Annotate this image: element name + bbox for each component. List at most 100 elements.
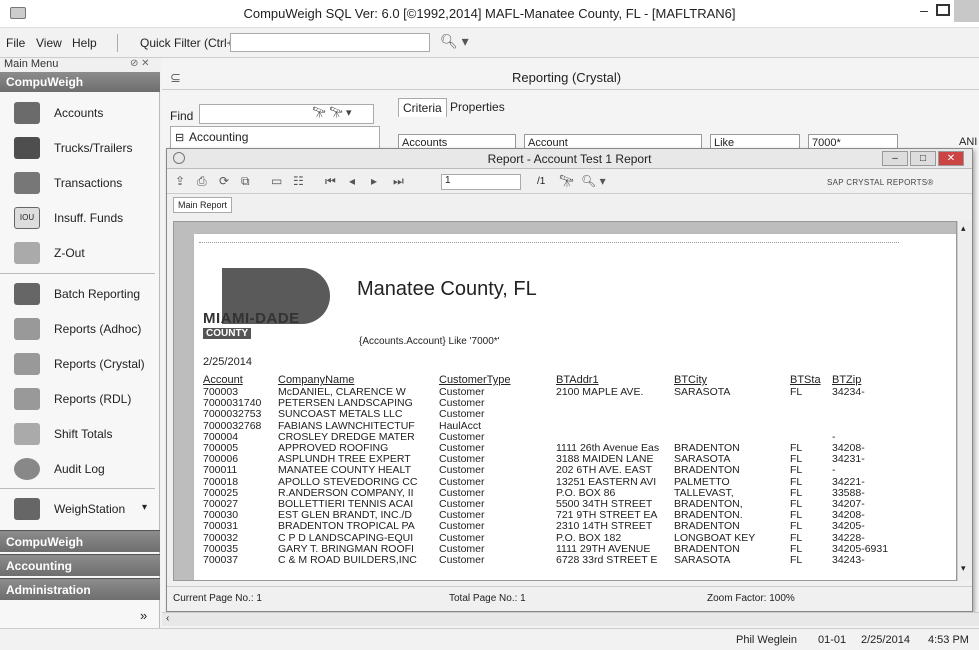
sidebar-item-z-out[interactable]: Z-Out: [0, 235, 155, 270]
table-cell: MANATEE COUNTY HEALT: [278, 465, 412, 477]
table-row: 700030 EST GLEN BRANDT, INC./D Customer 721…: [194, 510, 914, 521]
report-canvas: MIAMI-DADE COUNTY Manatee County, FL {Ac…: [173, 221, 957, 581]
tree-collapse-icon[interactable]: ⊟: [175, 131, 184, 144]
quick-filter-input[interactable]: [230, 33, 430, 52]
report-minimize-button[interactable]: –: [882, 151, 908, 166]
minimize-button[interactable]: –: [913, 2, 935, 20]
sidebar-item-accounts[interactable]: Accounts: [0, 95, 155, 130]
report-vertical-scrollbar[interactable]: ▴ ▾: [957, 221, 972, 581]
scroll-left-icon[interactable]: ‹: [166, 613, 169, 624]
menu-view[interactable]: View: [36, 36, 62, 50]
table-cell: FL: [790, 499, 803, 510]
sidebar-pin-icon[interactable]: ⊘ ✕: [130, 58, 150, 69]
table-cell: 700006: [203, 454, 239, 466]
table-cell: P.O. BOX 182: [556, 532, 622, 544]
table-row: 700027 BOLLETTIERI TENNIS ACAI Customer 550…: [194, 499, 914, 510]
table-cell: BRADENTON: [674, 543, 740, 555]
main-horizontal-scrollbar[interactable]: ‹: [162, 612, 979, 626]
tab-criteria[interactable]: Criteria: [398, 98, 447, 117]
table-cell: 34243-: [832, 555, 865, 566]
status-code: 01-01: [818, 634, 847, 646]
previous-page-icon[interactable]: ◂: [349, 174, 355, 188]
table-cell: -: [832, 431, 836, 443]
table-cell: 5500 34TH STREET: [556, 499, 653, 510]
table-row: 700011 MANATEE COUNTY HEALT Customer 202 6T…: [194, 465, 914, 476]
sidebar-item-transactions[interactable]: Transactions: [0, 165, 155, 200]
find-binoculars-icon[interactable]: 🔭︎ 🔭︎ ▾: [312, 106, 352, 119]
table-cell: 34205-: [832, 521, 865, 533]
zoom-icon[interactable]: 🔍︎ ▾: [581, 174, 606, 188]
table-cell: C & M ROAD BUILDERS,INC: [278, 555, 417, 566]
table-cell: 700037: [203, 555, 239, 566]
table-cell: Customer: [439, 543, 485, 555]
table-cell: 7000032768: [203, 420, 262, 432]
toggle-group-tree-icon[interactable]: ▭: [271, 174, 282, 188]
menu-file[interactable]: File: [6, 36, 25, 50]
table-cell: 34208-: [832, 443, 865, 454]
sidebar-group-administration[interactable]: Administration: [0, 578, 160, 600]
sidebar-item-reports-rdl[interactable]: Reports (RDL): [0, 381, 155, 416]
sidebar-item-trucks[interactable]: Trucks/Trailers: [0, 130, 155, 165]
table-cell: 6728 33rd STREET E: [556, 555, 658, 566]
export-icon[interactable]: ⇪: [175, 174, 185, 188]
close-button[interactable]: [954, 0, 979, 22]
report-close-button[interactable]: ✕: [938, 151, 964, 166]
sidebar-item-label: Z-Out: [54, 245, 85, 260]
sidebar-item-batch-reporting[interactable]: Batch Reporting: [0, 276, 155, 311]
refresh-icon[interactable]: ⟳: [219, 174, 229, 188]
sidebar-item-reports-adhoc[interactable]: Reports (Adhoc): [0, 311, 155, 346]
table-row: 700004 CROSLEY DREDGE MATER Customer -: [194, 432, 914, 443]
column-header: BTZip: [832, 374, 862, 386]
table-cell: Customer: [439, 499, 485, 510]
print-icon[interactable]: ⎙: [197, 174, 207, 189]
sidebar-group-compuweigh-bottom[interactable]: CompuWeigh: [0, 530, 160, 552]
truck-icon: [14, 136, 40, 159]
report-maximize-button[interactable]: □: [910, 151, 936, 166]
criteria-conjunction[interactable]: ANI: [959, 136, 977, 148]
sidebar-item-weighstation[interactable]: WeighStation: [0, 491, 155, 526]
sidebar-group-compuweigh[interactable]: CompuWeigh: [0, 72, 160, 92]
page-number-input[interactable]: 1: [441, 174, 521, 190]
table-row: 700006 ASPLUNDH TREE EXPERT Customer 3188 M…: [194, 454, 914, 465]
sidebar-group-accounting[interactable]: Accounting: [0, 554, 160, 576]
table-cell: 7000032753: [203, 409, 262, 421]
maximize-button[interactable]: [936, 4, 950, 16]
table-cell: R.ANDERSON COMPANY, II: [278, 487, 414, 499]
page-total: /1: [537, 176, 546, 187]
tab-main-report[interactable]: Main Report: [173, 197, 233, 213]
sidebar-item-audit-log[interactable]: Audit Log: [0, 451, 155, 486]
search-icon[interactable]: 🔍︎ ▾: [440, 33, 469, 50]
menu-help[interactable]: Help: [72, 36, 97, 50]
next-page-icon[interactable]: ▸: [371, 174, 377, 188]
sidebar-item-insuff-funds[interactable]: IOU Insuff. Funds: [0, 200, 155, 235]
last-page-icon[interactable]: ⏭: [393, 174, 404, 189]
sidebar-item-label: Reports (RDL): [54, 391, 132, 406]
column-header: Account: [203, 374, 243, 386]
table-row: 700037 C & M ROAD BUILDERS,INC Customer 672…: [194, 555, 914, 566]
tree-item-accounting[interactable]: Accounting: [189, 130, 248, 144]
sidebar-item-shift-totals[interactable]: Shift Totals: [0, 416, 155, 451]
sidebar-item-reports-crystal[interactable]: Reports (Crystal): [0, 346, 155, 381]
scroll-down-icon[interactable]: ▾: [961, 563, 966, 574]
reporting-icon: ⊆: [170, 70, 181, 85]
sidebar-scroll-down-icon[interactable]: ▾: [142, 502, 147, 513]
chevron-expand-icon[interactable]: »: [140, 608, 147, 623]
table-cell: 700003: [203, 387, 239, 398]
table-cell: 34207-: [832, 499, 865, 510]
table-cell: 700004: [203, 431, 239, 443]
first-page-icon[interactable]: ⏮: [325, 174, 336, 189]
accounts-icon: [14, 101, 40, 124]
table-cell: -: [832, 465, 836, 477]
table-row: 700003 McDANIEL, CLARENCE W Customer 2100 M…: [194, 387, 914, 398]
find-text-icon[interactable]: 🔭︎: [559, 174, 574, 188]
scroll-up-icon[interactable]: ▴: [961, 223, 966, 234]
table-cell: FL: [790, 487, 803, 499]
table-cell: 1111 29TH AVENUE: [556, 543, 651, 555]
group-tree-icon[interactable]: ☷: [293, 174, 304, 188]
table-cell: 34231-: [832, 454, 865, 466]
copy-icon[interactable]: ⧉: [241, 174, 250, 189]
status-time: 4:53 PM: [928, 634, 969, 646]
table-cell: 700011: [203, 465, 238, 477]
tab-properties[interactable]: Properties: [450, 100, 505, 114]
status-date: 2/25/2014: [861, 634, 910, 646]
